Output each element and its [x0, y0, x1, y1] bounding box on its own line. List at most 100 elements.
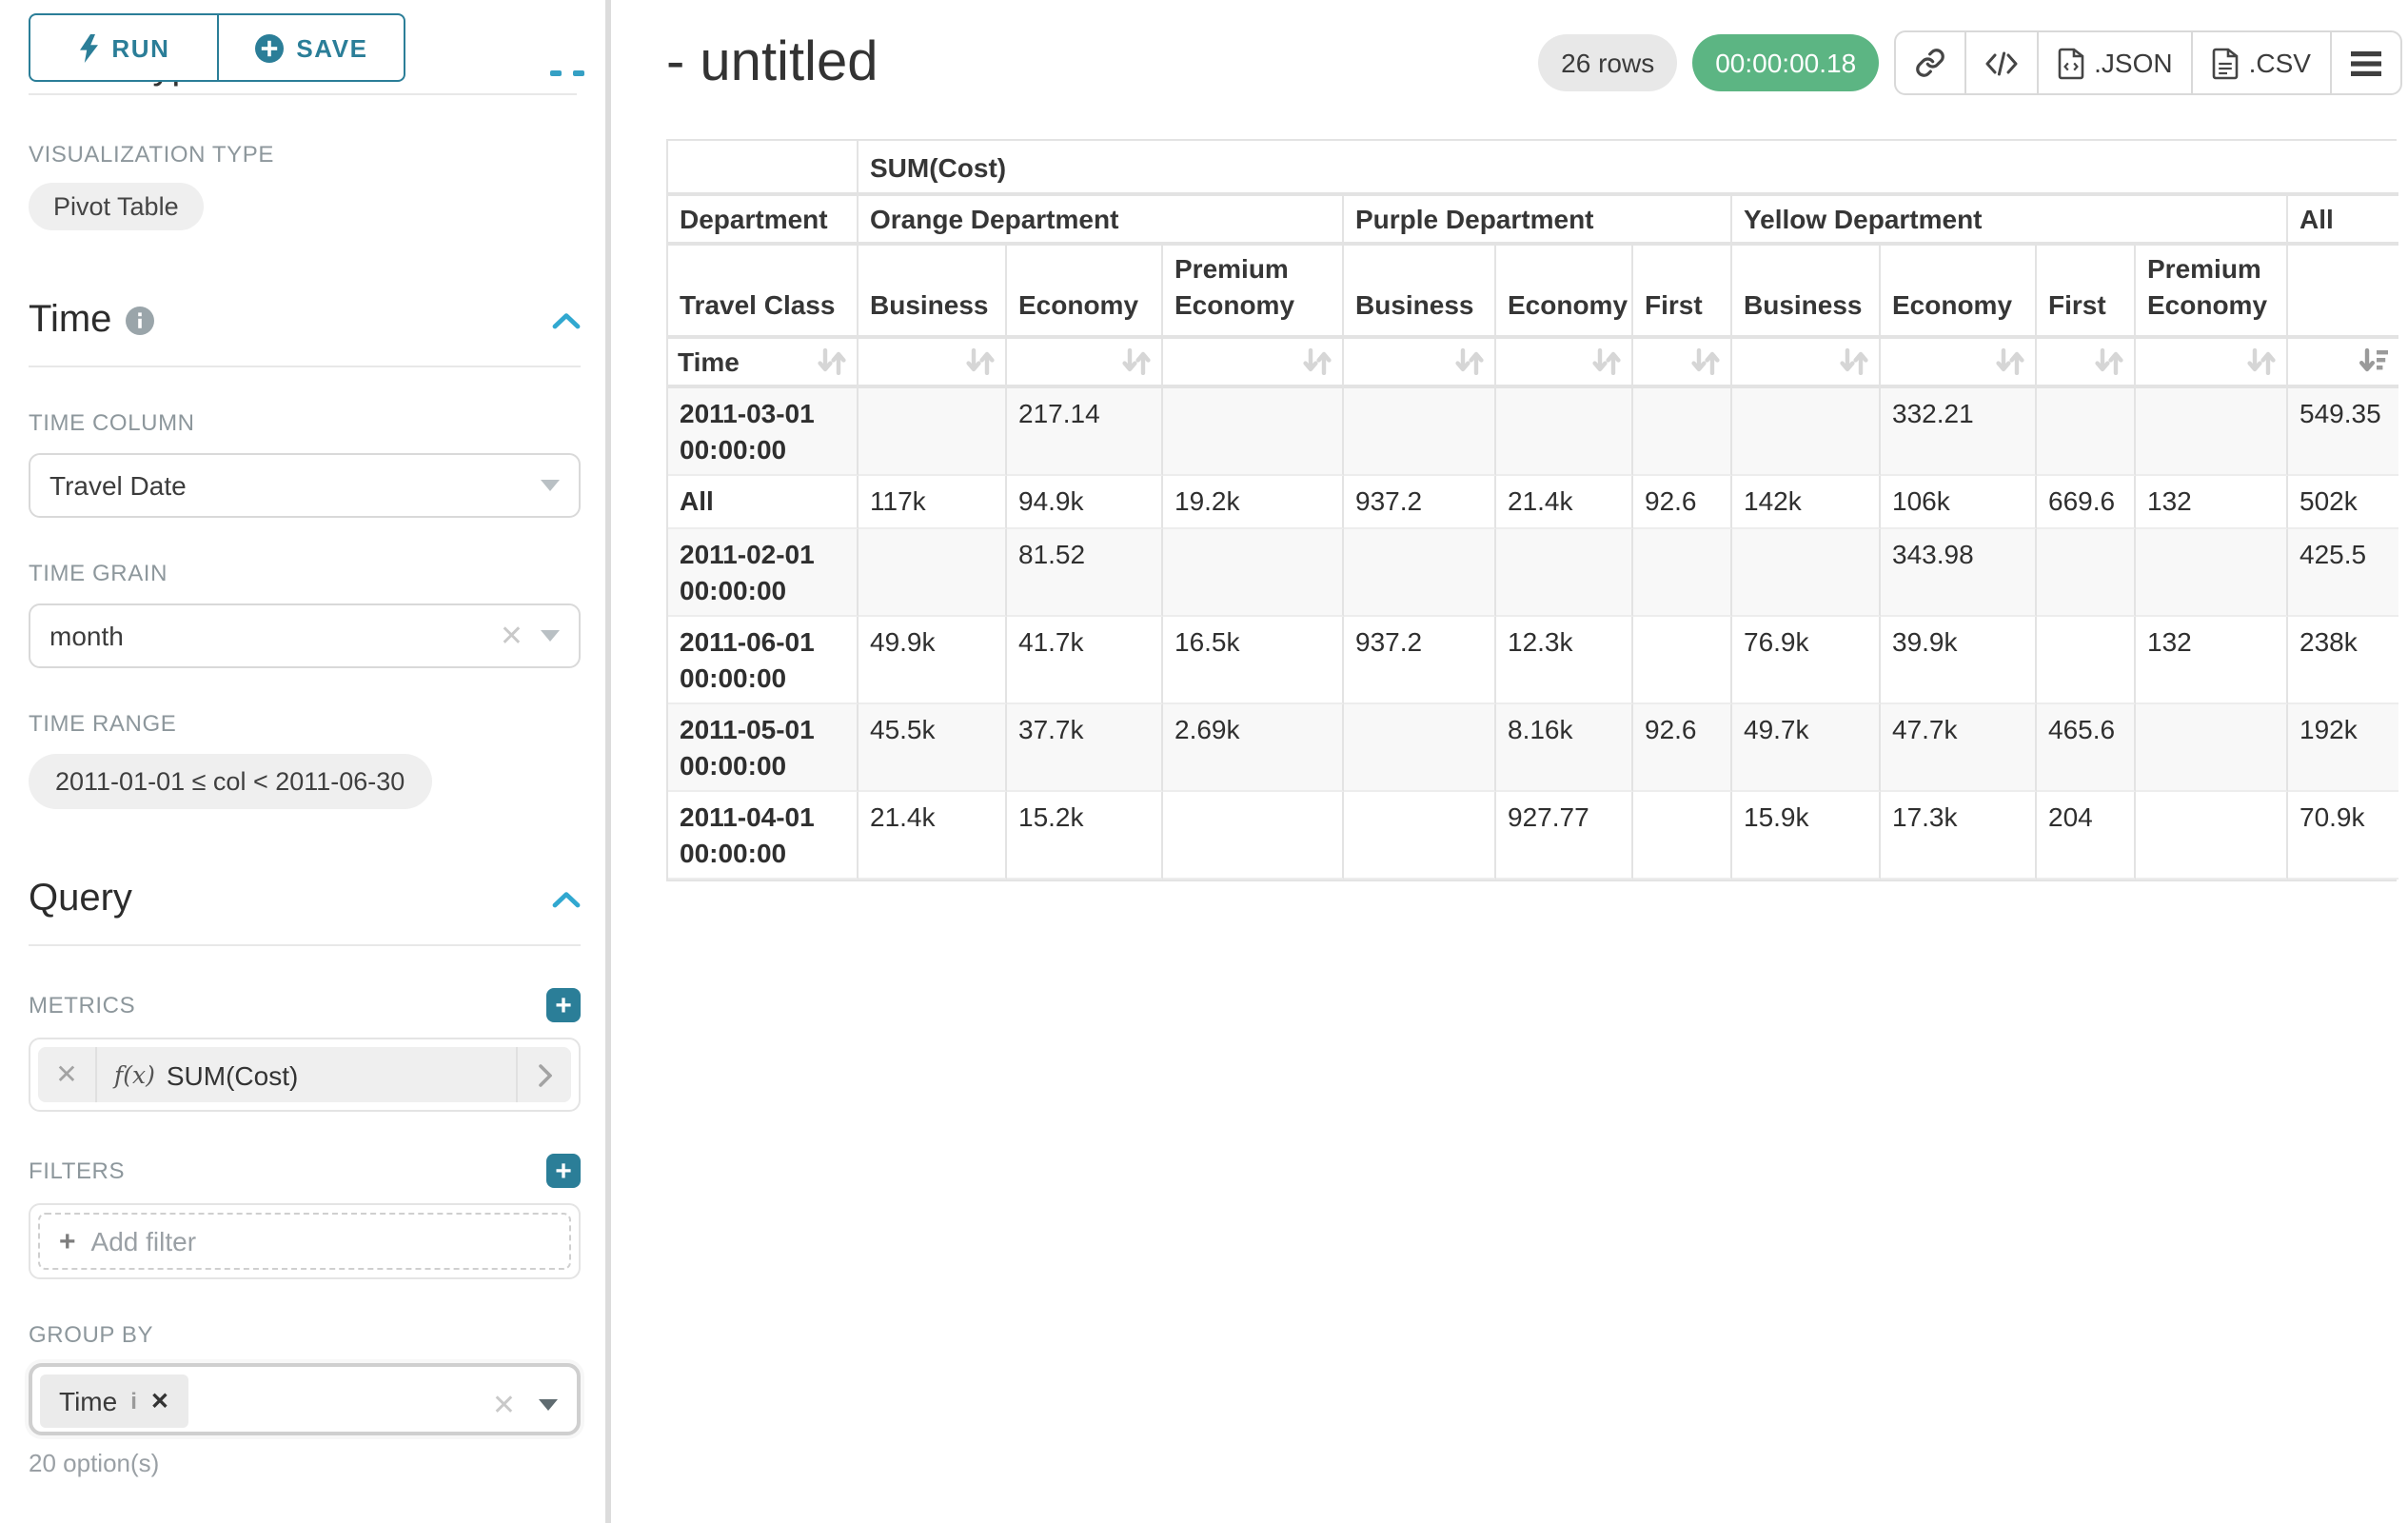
row-dimension-travel-class: Travel Class [668, 246, 859, 339]
value-cell [1163, 388, 1344, 476]
filters-header-row: FILTERS + [29, 1154, 581, 1188]
metrics-container: ✕ f(x) SUM(Cost) [29, 1038, 581, 1112]
time-column-select[interactable]: Travel Date [29, 453, 581, 518]
add-filter-button[interactable]: + Add filter [38, 1213, 571, 1270]
sortable-header[interactable] [2136, 339, 2288, 388]
time-column-label: TIME COLUMN [29, 409, 581, 436]
view-query-button[interactable] [1966, 32, 2039, 93]
visualization-type-label: VISUALIZATION TYPE [29, 141, 581, 168]
sortable-header[interactable] [1344, 339, 1496, 388]
run-save-button-group: RUN SAVE [29, 13, 405, 82]
group-by-label: GROUP BY [29, 1321, 581, 1348]
group-by-select[interactable]: Time i ✕ ✕ [29, 1363, 581, 1435]
column-group-header: Yellow Department [1732, 196, 2288, 246]
sortable-header[interactable] [859, 339, 1007, 388]
chevron-down-icon[interactable] [539, 1399, 558, 1411]
row-header: 2011-02-0100:00:00 [668, 529, 859, 617]
value-cell: 192k [2288, 704, 2398, 792]
query-section-title: Query [29, 878, 132, 921]
value-cell: 19.2k [1163, 476, 1344, 529]
code-icon [1985, 50, 2018, 75]
value-cell: 502k [2288, 476, 2398, 529]
sortable-header[interactable] [1633, 339, 1732, 388]
run-button[interactable]: RUN [29, 13, 219, 82]
control-panel: Chart Type RUN SAVE VISUALIZATION TYPE P… [0, 0, 609, 1523]
value-cell [1496, 529, 1633, 617]
value-cell [1732, 388, 1881, 476]
filters-label: FILTERS [29, 1157, 125, 1184]
clipped-control-icon [573, 70, 584, 76]
chevron-down-icon[interactable] [541, 480, 560, 491]
export-json-button[interactable]: .JSON [2039, 32, 2193, 93]
sort-icon [1302, 348, 1332, 375]
sortable-header[interactable] [1881, 339, 2037, 388]
value-cell: 238k [2288, 617, 2398, 704]
sort-icon [817, 348, 847, 375]
sortable-header[interactable] [1496, 339, 1633, 388]
table-row: 2011-05-0100:00:0045.5k37.7k2.69k8.16k92… [668, 704, 2398, 792]
visualization-type-value[interactable]: Pivot Table [29, 183, 204, 230]
file-text-icon [2213, 47, 2240, 79]
query-section-header: Query [29, 878, 581, 921]
value-cell [1344, 704, 1496, 792]
export-json-label: .JSON [2094, 48, 2172, 78]
chart-title[interactable]: - untitled [666, 31, 878, 94]
metric-name: SUM(Cost) [167, 1059, 298, 1090]
divider [29, 944, 581, 946]
chevron-down-icon[interactable] [541, 630, 560, 642]
value-cell: 47.7k [1881, 704, 2037, 792]
value-cell: 132 [2136, 476, 2288, 529]
metrics-label: METRICS [29, 992, 135, 1019]
group-by-options-count: 20 option(s) [29, 1449, 581, 1477]
sortable-header-time[interactable]: Time [668, 339, 859, 388]
time-section-header: Time [29, 299, 581, 343]
sortable-header[interactable] [1732, 339, 1881, 388]
column-header: First [2037, 246, 2136, 339]
remove-metric-icon[interactable]: ✕ [38, 1047, 97, 1102]
save-button[interactable]: SAVE [217, 13, 405, 82]
group-by-tag-time[interactable]: Time i ✕ [40, 1375, 188, 1428]
sortable-header[interactable] [1007, 339, 1163, 388]
sort-icon [2246, 348, 2277, 375]
sort-icon [1591, 348, 1622, 375]
time-range-label: TIME RANGE [29, 710, 581, 737]
time-grain-label: TIME GRAIN [29, 560, 581, 586]
metric-pill[interactable]: ✕ f(x) SUM(Cost) [38, 1047, 571, 1102]
time-range-value[interactable]: 2011-01-01 ≤ col < 2011-06-30 [29, 754, 431, 809]
value-cell [1344, 529, 1496, 617]
sortable-header[interactable] [1163, 339, 1344, 388]
chart-menu-button[interactable] [2332, 32, 2400, 93]
value-cell [2136, 529, 2288, 617]
chevron-right-icon[interactable] [516, 1047, 571, 1102]
clear-icon[interactable]: ✕ [500, 619, 523, 653]
value-cell: 21.4k [1496, 476, 1633, 529]
value-cell [1633, 529, 1732, 617]
value-cell: 332.21 [1881, 388, 2037, 476]
sortable-header[interactable] [2037, 339, 2136, 388]
time-section-title: Time [29, 299, 111, 343]
filters-container: + Add filter [29, 1203, 581, 1279]
sortable-header[interactable] [2288, 339, 2398, 388]
collapse-chevron-icon[interactable] [552, 312, 581, 329]
remove-tag-icon[interactable]: ✕ [150, 1388, 169, 1414]
link-icon [1915, 48, 1945, 78]
share-link-button[interactable] [1896, 32, 1966, 93]
control-panel-scroll[interactable]: VISUALIZATION TYPE Pivot Table Time TIME… [0, 95, 605, 1523]
clear-icon[interactable]: ✕ [492, 1388, 516, 1422]
value-cell: 15.9k [1732, 792, 1881, 880]
add-filter-plus-button[interactable]: + [546, 1154, 581, 1188]
table-row: 2011-02-0100:00:0081.52343.98425.5 [668, 529, 2398, 617]
sort-icon [1454, 348, 1485, 375]
explore-view: Chart Type RUN SAVE VISUALIZATION TYPE P… [0, 0, 2408, 1523]
value-cell: 132 [2136, 617, 2288, 704]
table-row: 2011-06-0100:00:0049.9k41.7k16.5k937.212… [668, 617, 2398, 704]
collapse-chevron-icon[interactable] [552, 891, 581, 908]
value-cell: 49.7k [1732, 704, 1881, 792]
value-cell [2037, 388, 2136, 476]
add-metric-button[interactable]: + [546, 988, 581, 1022]
value-cell: 937.2 [1344, 476, 1496, 529]
time-grain-select[interactable]: month ✕ [29, 603, 581, 668]
value-cell: 76.9k [1732, 617, 1881, 704]
table-row: All117k94.9k19.2k937.221.4k92.6142k106k6… [668, 476, 2398, 529]
export-csv-button[interactable]: .CSV [2194, 32, 2332, 93]
